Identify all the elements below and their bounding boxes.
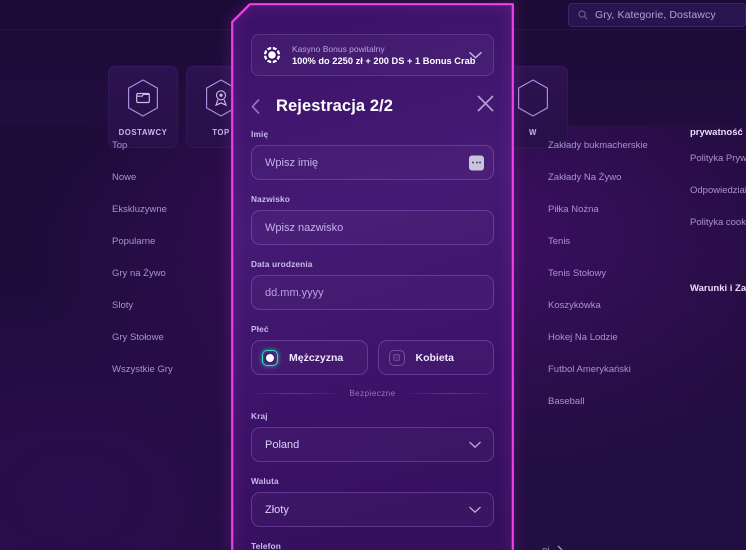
search-placeholder: Gry, Kategorie, Dostawcy	[595, 9, 716, 21]
radio-selected-icon[interactable]	[262, 349, 278, 366]
footer-col-sports: Zakłady bukmacherskie Zakłady Na Żywo Pi…	[548, 140, 648, 428]
country-value: Poland	[265, 438, 300, 451]
footer-link[interactable]: Zakłady bukmacherskie	[548, 140, 648, 151]
bonus-banner[interactable]: Kasyno Bonus powitalny 100% do 2250 zł +…	[251, 34, 494, 76]
field-last-name: Nazwisko Wpisz nazwisko	[251, 194, 494, 245]
blank-hex-icon	[518, 78, 548, 117]
field-birth-date: Data urodzenia dd.mm.yyyy	[251, 259, 494, 310]
gender-label: Kobieta	[415, 351, 455, 364]
divider-line	[405, 393, 495, 394]
chevron-right-icon	[557, 545, 564, 550]
gender-options: Mężczyzna Kobieta	[251, 340, 494, 375]
birth-date-input[interactable]: dd.mm.yyyy	[251, 275, 494, 310]
footer-link[interactable]: Ekskluzywne	[112, 204, 173, 215]
modal-content: Kasyno Bonus powitalny 100% do 2250 zł +…	[231, 3, 514, 550]
chevron-down-icon[interactable]	[469, 506, 481, 514]
footer-col-privacy: prywatność Polityka Prywat Odpowiedzialn…	[690, 127, 746, 249]
secure-divider: Bezpieczne	[251, 389, 495, 398]
footer-link[interactable]: Gry na Żywo	[112, 268, 173, 279]
footer-link[interactable]: Futbol Amerykański	[548, 364, 648, 375]
radio-unselected-icon[interactable]	[388, 349, 405, 366]
footer-link[interactable]: Odpowiedzialna	[690, 185, 746, 196]
field-label: Kraj	[251, 411, 268, 421]
registration-modal: Kasyno Bonus powitalny 100% do 2250 zł +…	[231, 3, 514, 550]
field-phone: Telefon +48	[251, 541, 494, 550]
field-label: Płeć	[251, 324, 269, 334]
chevron-down-icon[interactable]	[469, 441, 481, 449]
field-label: Waluta	[251, 476, 279, 486]
gender-option-male[interactable]: Mężczyzna	[251, 340, 368, 375]
gender-option-female[interactable]: Kobieta	[377, 340, 494, 375]
field-label: Telefon	[251, 541, 281, 550]
divider-label: Bezpieczne	[349, 389, 396, 398]
footer-link[interactable]: Polityka Prywat	[690, 153, 746, 164]
currency-value: Złoty	[265, 503, 289, 516]
footer-link[interactable]: Gry Stołowe	[112, 332, 173, 343]
footer-link[interactable]: Top	[112, 140, 173, 151]
gender-label: Mężczyzna	[289, 351, 344, 364]
page-title: Rejestracja 2/2	[276, 96, 394, 115]
casino-chip-icon	[263, 46, 281, 64]
footer-pager-label: ej	[542, 545, 549, 550]
footer-link[interactable]: Tenis	[548, 236, 648, 247]
footer-link[interactable]: Popularne	[112, 236, 173, 247]
field-label: Data urodzenia	[251, 259, 313, 269]
field-currency: Waluta Złoty	[251, 476, 494, 527]
search-icon	[578, 10, 588, 20]
footer-link[interactable]: Piłka Nożna	[548, 204, 648, 215]
footer-col-games: Top Nowe Ekskluzywne Popularne Gry na Ży…	[112, 140, 173, 396]
footer-col-terms: Warunki i Zas	[690, 283, 746, 309]
chevron-down-icon[interactable]	[469, 51, 482, 60]
modal-header: Rejestracja 2/2	[251, 91, 494, 121]
last-name-placeholder: Wpisz nazwisko	[265, 221, 344, 234]
first-name-input[interactable]: Wpisz imię	[251, 145, 494, 180]
divider-line	[251, 393, 340, 394]
autofill-icon[interactable]	[469, 155, 484, 170]
first-name-placeholder: Wpisz imię	[265, 156, 319, 169]
registration-form: Imię Wpisz imię Nazwisko Wpisz nazwisko	[251, 129, 495, 550]
field-gender: Płeć Mężczyzna Kobieta	[251, 324, 494, 375]
folder-hex-icon	[128, 78, 158, 117]
footer-link[interactable]: Zakłady Na Żywo	[548, 172, 648, 183]
close-icon[interactable]	[477, 95, 494, 112]
footer-link[interactable]: Hokej Na Lodzie	[548, 332, 648, 343]
footer-link[interactable]: Koszykówka	[548, 300, 648, 311]
bonus-offer: 100% do 2250 zł + 200 DS + 1 Bonus Crab	[292, 55, 476, 66]
footer-link[interactable]: Tenis Stołowy	[548, 268, 648, 279]
chevron-left-icon[interactable]	[251, 98, 260, 114]
currency-select[interactable]: Złoty	[251, 492, 494, 527]
field-country: Kraj Poland	[251, 411, 494, 462]
footer-link[interactable]: Polityka cookie	[690, 217, 746, 228]
birth-date-placeholder: dd.mm.yyyy	[265, 286, 324, 299]
footer-heading: Warunki i Zas	[690, 283, 746, 294]
search-input[interactable]: Gry, Kategorie, Dostawcy	[568, 3, 746, 27]
footer-pager[interactable]: ej	[542, 545, 564, 550]
modal-surface: Kasyno Bonus powitalny 100% do 2250 zł +…	[231, 3, 514, 550]
footer-link[interactable]: Nowe	[112, 172, 173, 183]
footer-link[interactable]: Sloty	[112, 300, 173, 311]
field-first-name: Imię Wpisz imię	[251, 129, 494, 180]
last-name-input[interactable]: Wpisz nazwisko	[251, 210, 494, 245]
bonus-text: Kasyno Bonus powitalny 100% do 2250 zł +…	[292, 43, 476, 68]
footer-link[interactable]: Baseball	[548, 396, 648, 407]
field-label: Nazwisko	[251, 194, 291, 204]
footer-link[interactable]: Wszystkie Gry	[112, 364, 173, 375]
app-root: Gry, Kategorie, Dostawcy DOSTAWCY TOP W …	[0, 0, 746, 550]
footer-heading: prywatność	[690, 127, 743, 138]
field-label: Imię	[251, 129, 269, 139]
country-select[interactable]: Poland	[251, 427, 494, 462]
bonus-title: Kasyno Bonus powitalny	[292, 43, 385, 54]
